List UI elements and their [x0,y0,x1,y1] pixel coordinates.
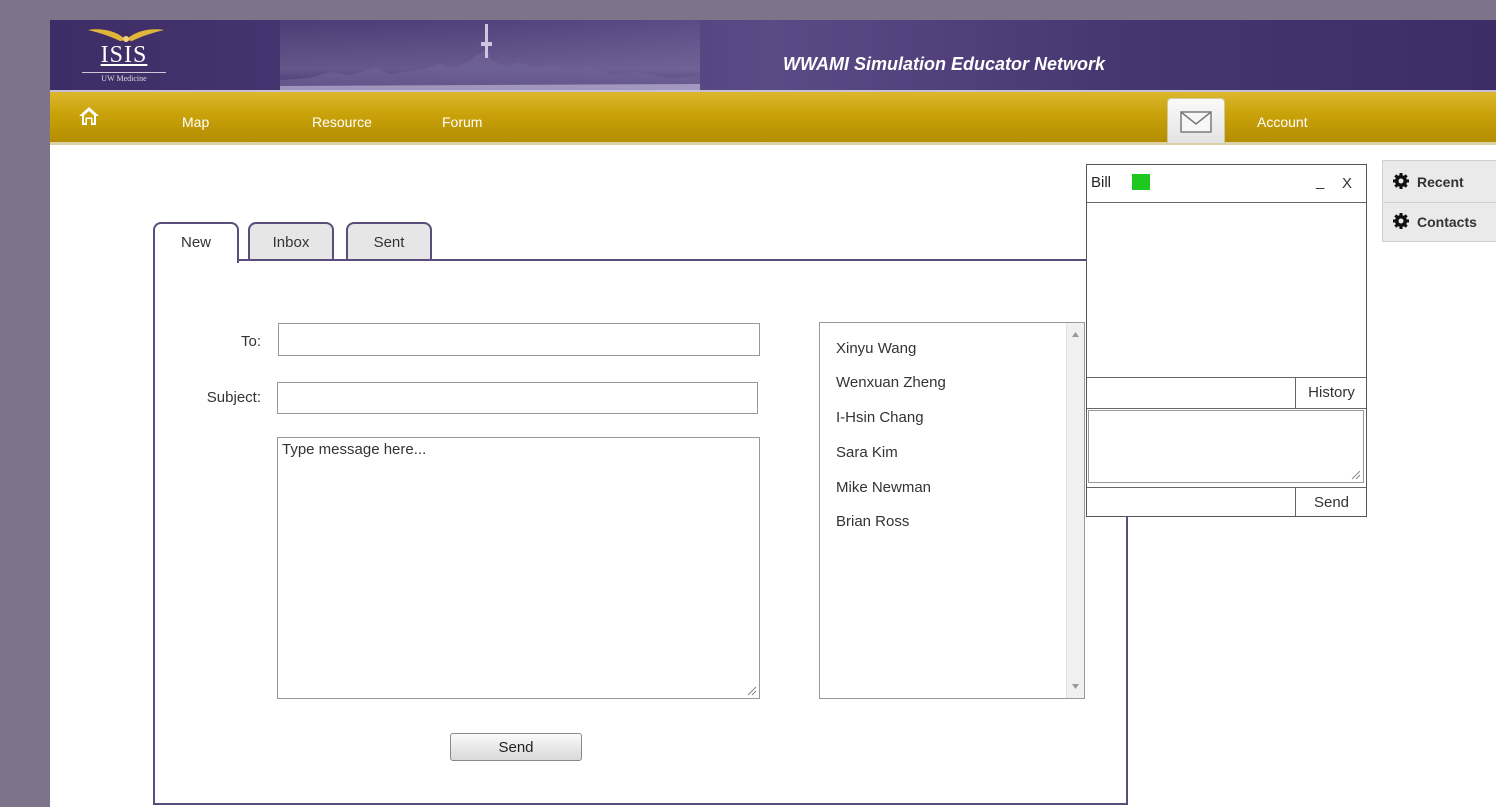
wings-icon [88,29,164,42]
logo-subtitle: UW Medicine [82,72,166,83]
tab-sent[interactable]: Sent [346,222,432,260]
send-button[interactable]: Send [450,733,582,761]
mail-button[interactable] [1167,98,1225,143]
chat-history-row: History [1087,378,1366,409]
chat-close-button[interactable]: X [1342,175,1352,192]
contact-item[interactable]: Mike Newman [836,479,931,496]
message-textarea[interactable]: Type message here... [277,437,760,699]
background-corner [1420,0,1496,20]
chat-contact-name: Bill [1091,174,1112,191]
chat-send-row: Send [1087,487,1366,518]
message-placeholder: Type message here... [282,441,427,458]
site-header: ISIS UW Medicine WWAMI Simulation Educat… [50,20,1496,92]
gear-icon [1393,213,1409,229]
nav-account[interactable]: Account [1257,114,1308,130]
chat-window: Bill _ X History Send [1086,164,1367,517]
gear-icon [1393,173,1409,189]
contact-list-scrollbar[interactable] [1066,323,1084,698]
contact-item[interactable]: Sara Kim [836,444,898,461]
side-item-label: Contacts [1417,214,1477,230]
contact-item[interactable]: Wenxuan Zheng [836,374,946,391]
contact-list[interactable]: Xinyu Wang Wenxuan Zheng I-Hsin Chang Sa… [819,322,1085,699]
nav-map[interactable]: Map [182,114,209,130]
resize-grip-icon[interactable] [747,686,757,696]
to-field[interactable] [278,323,760,356]
nav-forum[interactable]: Forum [442,114,482,130]
site-title: WWAMI Simulation Educator Network [783,54,1106,74]
page: ISIS UW Medicine WWAMI Simulation Educat… [50,20,1496,807]
chat-header: Bill _ X [1087,165,1366,203]
scroll-up-icon[interactable] [1072,332,1079,337]
chat-input[interactable] [1088,410,1364,483]
subject-field[interactable] [277,382,758,414]
tab-new[interactable]: New [153,222,239,263]
subject-label: Subject: [206,389,261,406]
isis-logo[interactable]: ISIS UW Medicine [82,24,172,90]
divider [1383,202,1496,203]
nav-resource[interactable]: Resource [312,114,372,130]
city-skyline-image [280,20,700,90]
nav-bar: Map Resource Forum Account [50,92,1496,145]
home-icon[interactable] [78,106,100,126]
side-panel: Recent Contacts [1382,160,1496,242]
side-item-label: Recent [1417,174,1464,190]
chat-history-button[interactable]: History [1295,378,1367,408]
contact-item[interactable]: I-Hsin Chang [836,409,924,426]
tab-inbox[interactable]: Inbox [248,222,334,260]
chat-log [1087,203,1366,378]
logo-text: ISIS [100,42,148,68]
scroll-down-icon[interactable] [1072,684,1079,689]
envelope-icon [1180,111,1212,133]
contact-item[interactable]: Xinyu Wang [836,340,916,357]
chat-send-button[interactable]: Send [1295,488,1367,517]
chat-minimize-button[interactable]: _ [1316,173,1324,190]
resize-grip-icon[interactable] [1351,470,1361,480]
online-status-indicator [1132,174,1150,190]
contact-item[interactable]: Brian Ross [836,513,909,530]
to-label: To: [240,333,261,350]
